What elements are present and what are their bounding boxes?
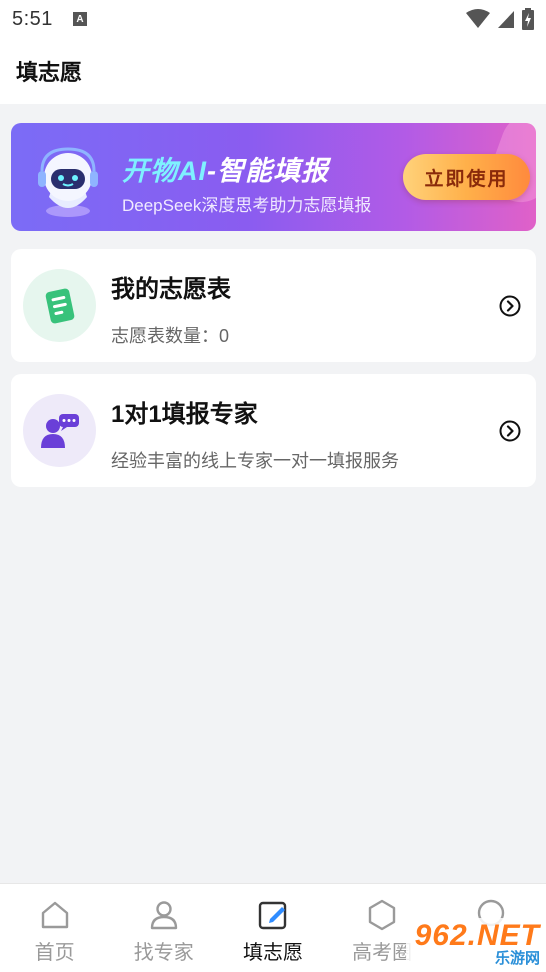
- ai-robot-icon: [38, 147, 98, 217]
- card-subtitle: 志愿表数量：0: [111, 326, 230, 346]
- nav-label: 找专家: [133, 942, 194, 964]
- ai-banner[interactable]: 开物AI-智能填报 DeepSeek深度思考助力志愿填报 立即使用: [11, 123, 536, 231]
- banner-title: 开物AI-智能填报: [122, 149, 329, 188]
- nav-item-home[interactable]: 首页: [0, 884, 109, 972]
- signal-icon: [498, 11, 514, 28]
- person-icon: [150, 901, 177, 930]
- use-now-button[interactable]: 立即使用: [403, 154, 530, 200]
- nav-label: 首页: [34, 942, 75, 964]
- card-title: 我的志愿表: [111, 276, 231, 303]
- card-icon-bg: [23, 269, 96, 342]
- form-list-icon: [45, 288, 74, 323]
- page-title: 填志愿: [16, 60, 83, 85]
- status-time: 5:51: [12, 7, 53, 30]
- status-bar: 5:51 A: [0, 0, 546, 38]
- edit-icon: [258, 901, 287, 930]
- watermark-sub: 乐游网: [494, 950, 540, 967]
- banner-title-brand: 开物AI: [122, 156, 207, 186]
- nav-label: 高考圈: [352, 942, 413, 964]
- expert-chat-icon: [40, 413, 79, 448]
- expert-service-card[interactable]: 1对1填报专家 经验丰富的线上专家一对一填报服务: [11, 374, 536, 487]
- card-subtitle: 经验丰富的线上专家一对一填报服务: [111, 451, 399, 471]
- banner-title-rest: -智能填报: [207, 156, 329, 186]
- card-icon-bg: [23, 394, 96, 467]
- battery-icon: [522, 8, 534, 30]
- notification-a-icon: A: [72, 12, 87, 26]
- nav-item-fill-volunteer[interactable]: 填志愿: [218, 884, 327, 972]
- nav-label: 填志愿: [242, 942, 303, 964]
- chevron-right-circle-icon[interactable]: [499, 295, 521, 317]
- chevron-right-circle-icon[interactable]: [499, 420, 521, 442]
- page-header: 填志愿: [0, 38, 546, 104]
- home-icon: [41, 901, 68, 929]
- watermark-main: 962.NET: [414, 919, 540, 952]
- wifi-icon: [466, 9, 490, 28]
- watermark: 962.NET 乐游网: [406, 918, 546, 970]
- card-title: 1对1填报专家: [111, 401, 258, 428]
- banner-subtitle: DeepSeek深度思考助力志愿填报: [122, 196, 372, 215]
- my-volunteer-form-card[interactable]: 我的志愿表 志愿表数量：0: [11, 249, 536, 362]
- nav-item-find-expert[interactable]: 找专家: [109, 884, 218, 972]
- hexagon-icon: [368, 899, 396, 931]
- status-icons: [466, 8, 534, 30]
